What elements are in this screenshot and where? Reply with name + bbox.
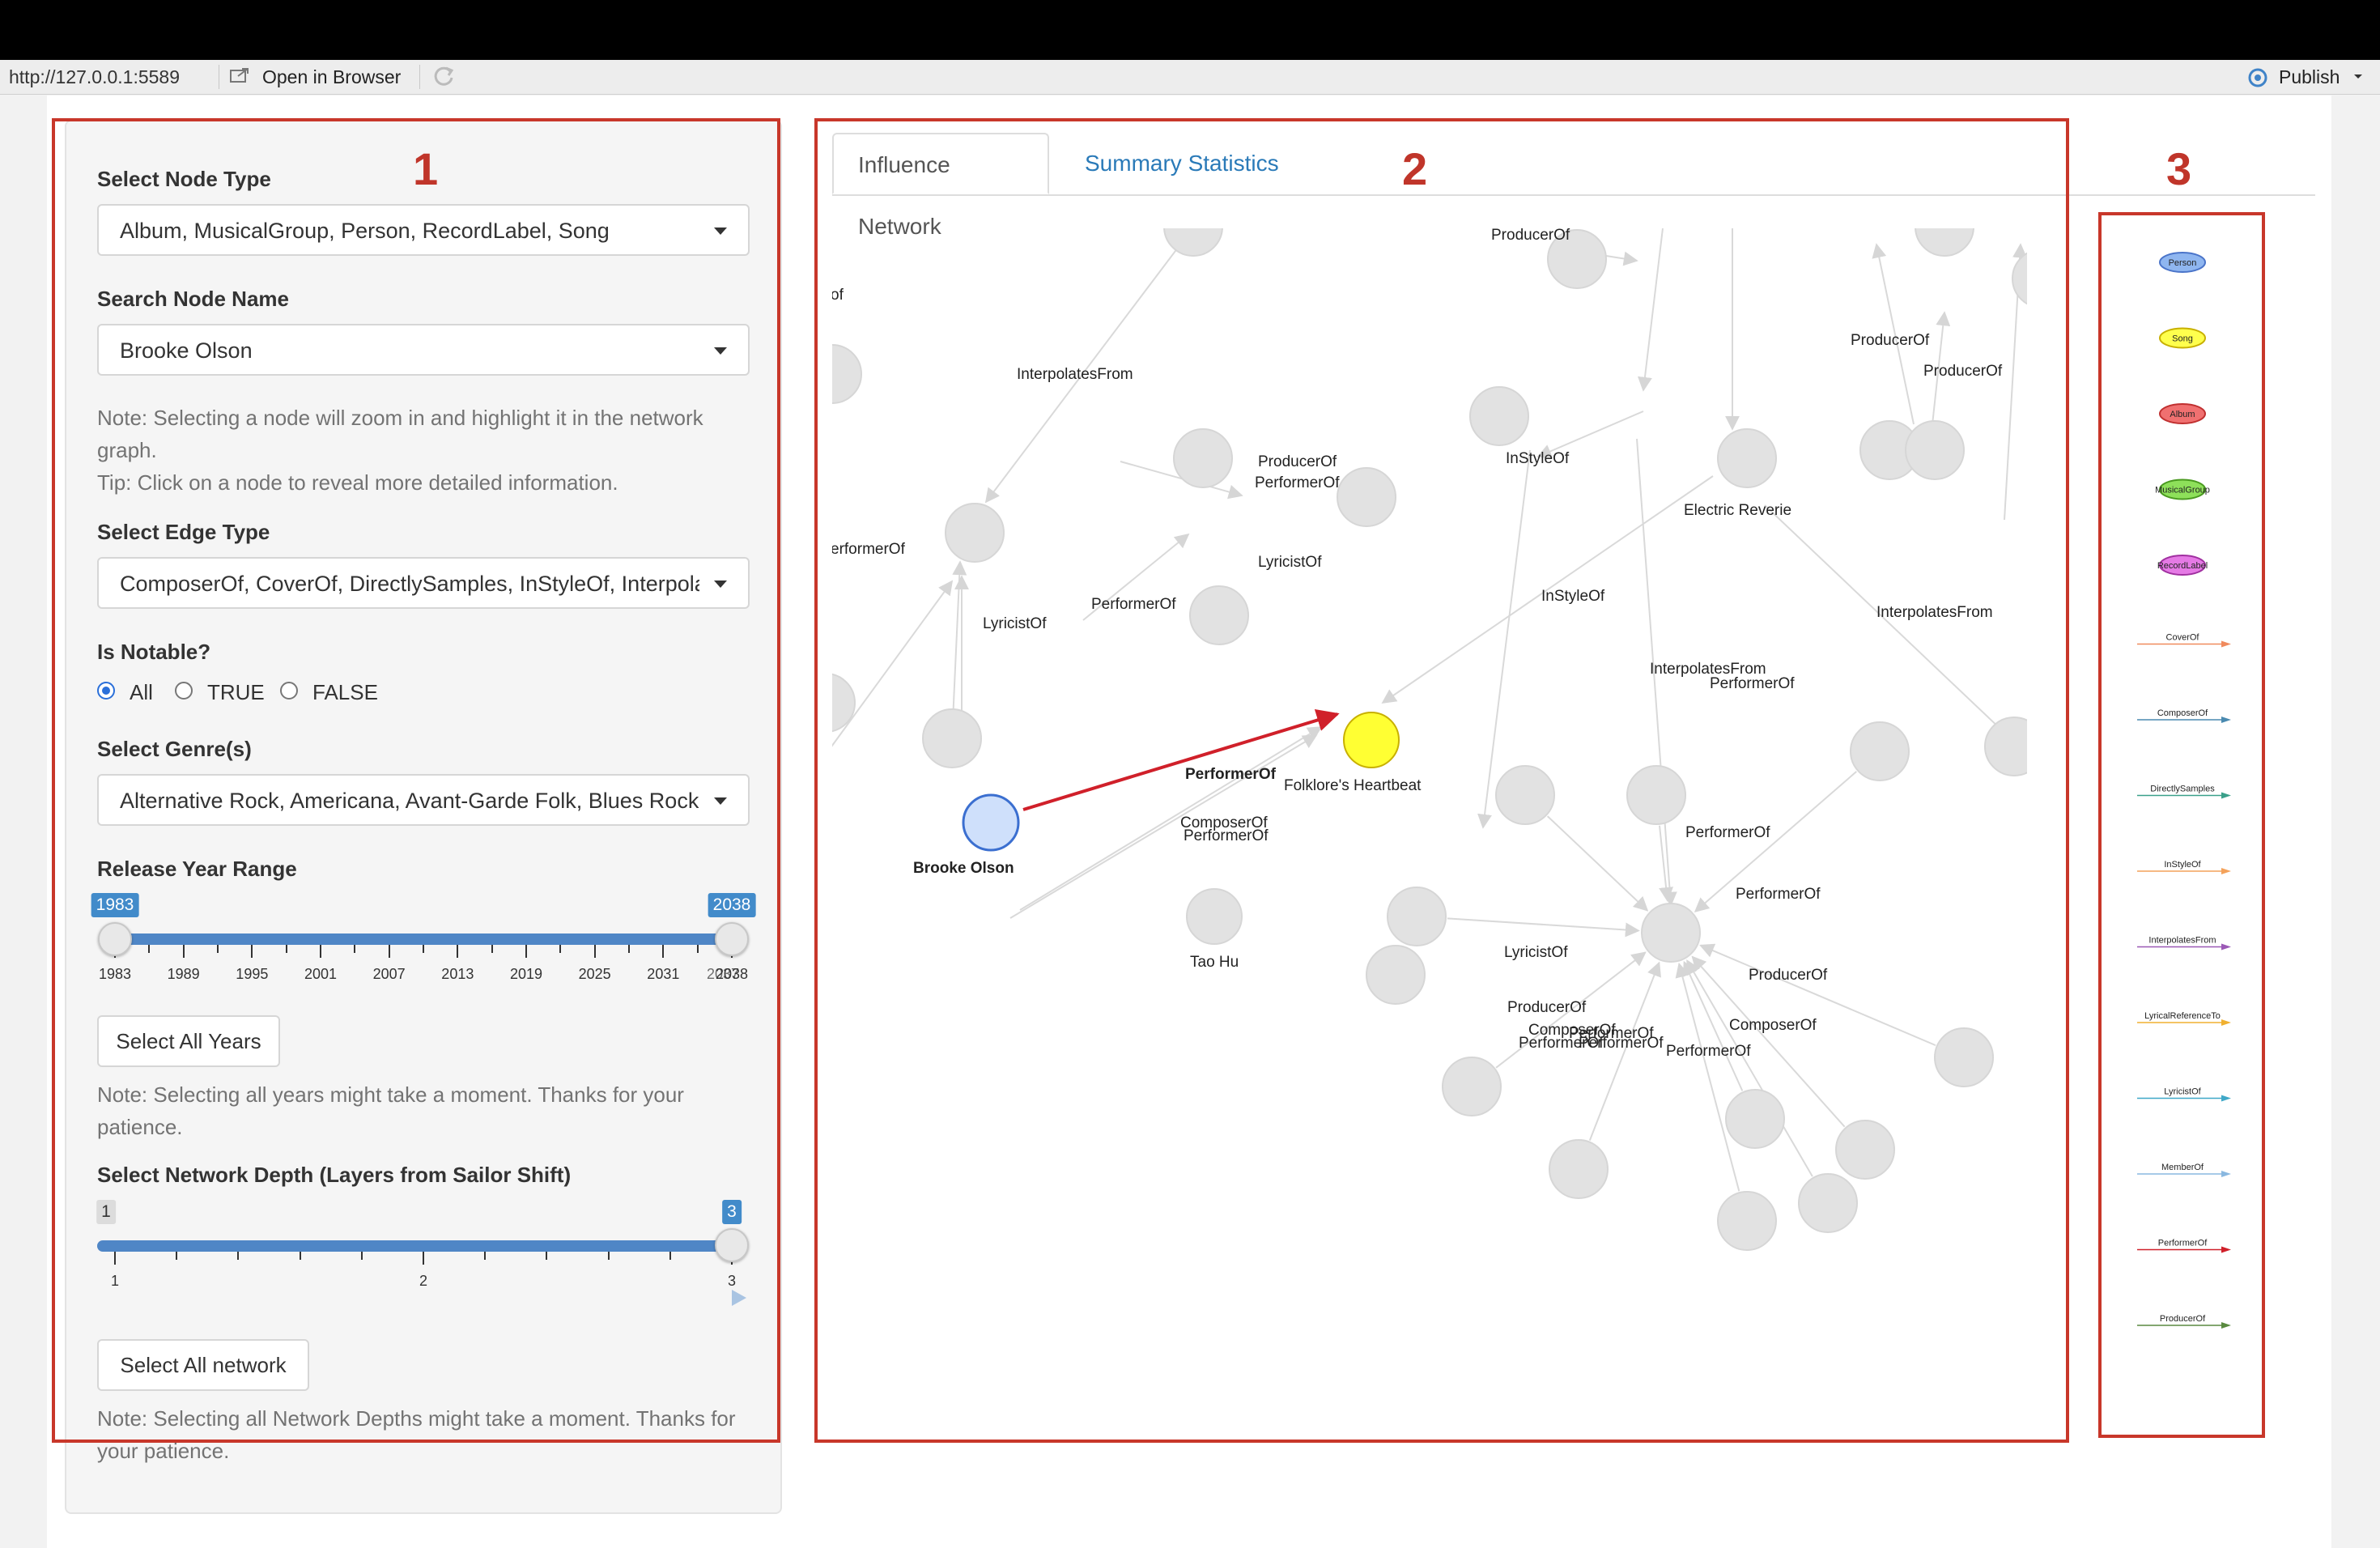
viewer-toolbar: http://127.0.0.1:5589 Open in Browser Pu… bbox=[0, 60, 2380, 95]
url-text: http://127.0.0.1:5589 bbox=[9, 66, 181, 87]
annotation-number-1: 1 bbox=[413, 143, 439, 194]
publish-menu-chevron-down-icon[interactable] bbox=[2352, 68, 2365, 84]
annotation-box-1 bbox=[52, 118, 780, 1443]
window-top-bar bbox=[0, 0, 2380, 60]
publish-button[interactable]: Publish bbox=[2279, 66, 2340, 88]
open-in-browser-icon[interactable] bbox=[230, 68, 249, 84]
annotation-box-3 bbox=[2098, 212, 2265, 1438]
toolbar-divider bbox=[419, 65, 420, 89]
annotation-number-2: 2 bbox=[1402, 143, 1428, 194]
open-in-browser-button[interactable]: Open in Browser bbox=[262, 66, 401, 88]
refresh-icon[interactable] bbox=[432, 64, 457, 88]
annotation-number-3: 3 bbox=[2166, 143, 2192, 194]
publish-icon[interactable] bbox=[2246, 66, 2269, 89]
annotation-box-2 bbox=[814, 118, 2069, 1443]
